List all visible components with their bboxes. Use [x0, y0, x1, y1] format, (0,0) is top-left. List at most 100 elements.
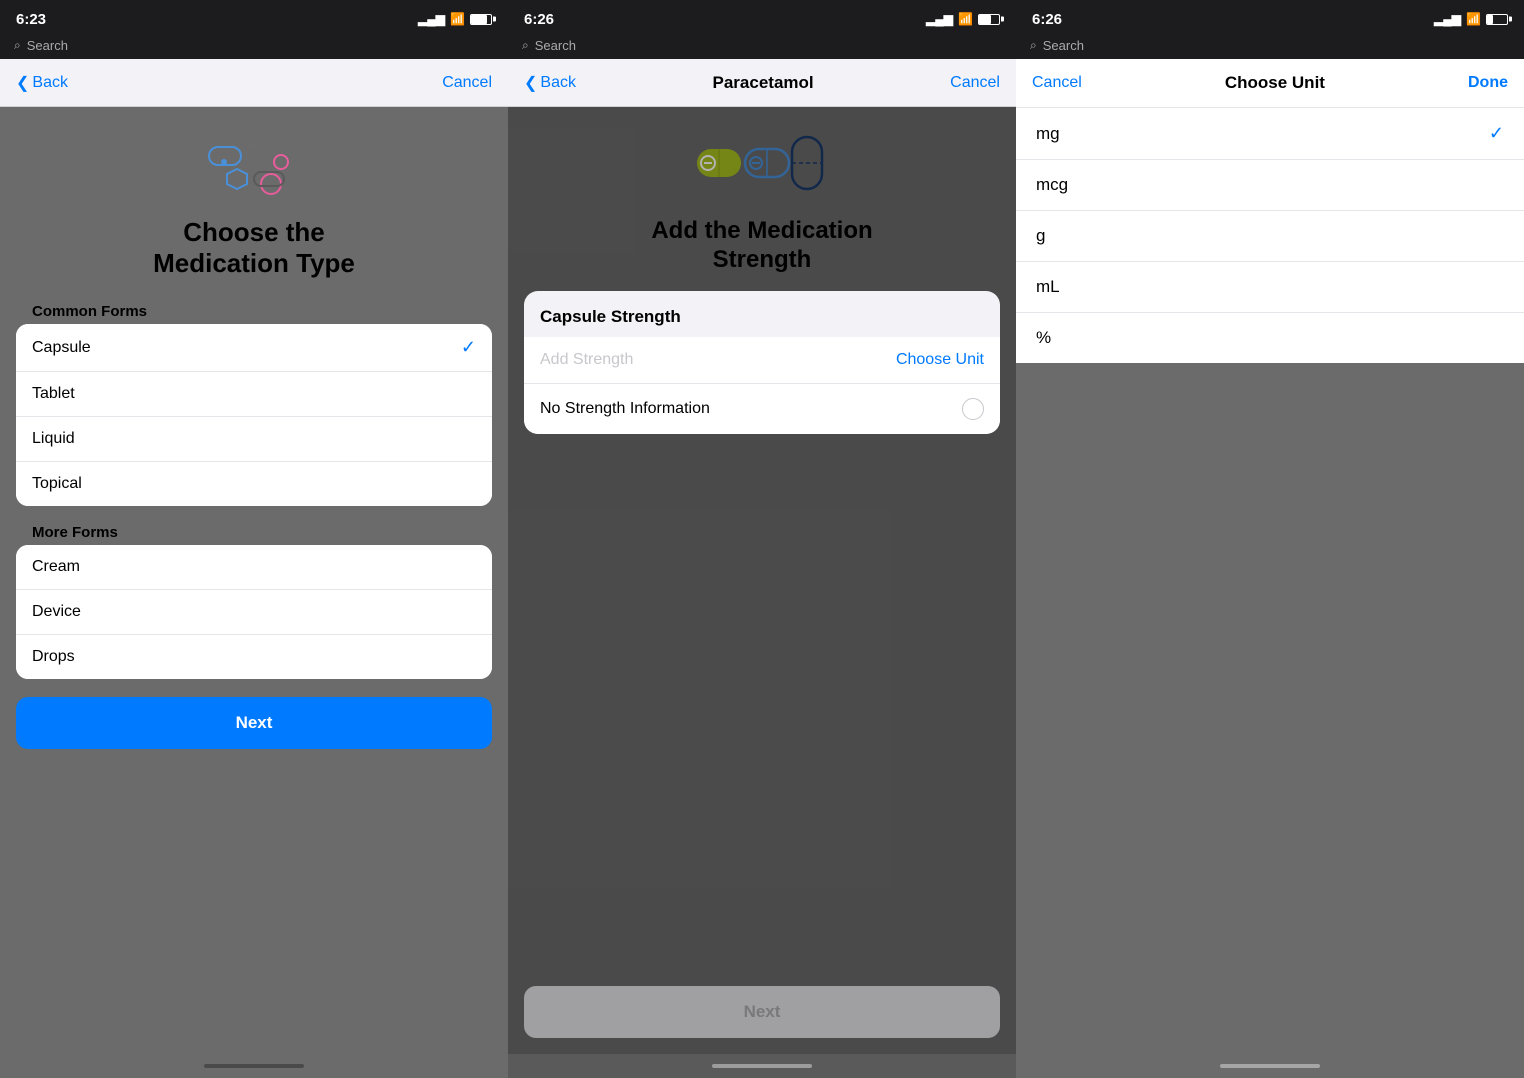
- common-forms-list: Capsule ✓ Tablet Liquid Topical: [16, 324, 492, 506]
- cream-label: Cream: [32, 558, 80, 576]
- picker-cancel-button[interactable]: Cancel: [1032, 74, 1082, 92]
- search-icon-3: ⌕: [1030, 38, 1037, 53]
- back-label-1: Back: [32, 74, 68, 92]
- no-strength-row[interactable]: No Strength Information: [524, 384, 1000, 434]
- search-icon-1: ⌕: [14, 38, 21, 53]
- wifi-icon-3: 📶: [1466, 12, 1481, 26]
- nav-bar-2: ❮ Back Paracetamol Cancel: [508, 59, 1016, 107]
- option-mg-label: mg: [1036, 124, 1060, 144]
- phone-2: 6:26 ▂▄▆ 📶 ⌕ Search ❮ Back Paracetamol C…: [508, 0, 1016, 1078]
- capsule-checkmark: ✓: [461, 337, 476, 358]
- common-forms-header: Common Forms: [16, 295, 492, 324]
- cancel-button-2[interactable]: Cancel: [950, 74, 1000, 92]
- home-indicator-1: [0, 1054, 508, 1078]
- home-bar-2: [712, 1064, 812, 1068]
- home-bar-3: [1220, 1064, 1320, 1068]
- search-bar-3: ⌕ Search: [1016, 36, 1524, 59]
- signal-icon-1: ▂▄▆: [418, 12, 445, 26]
- phone-1: 6:23 ▂▄▆ 📶 ⌕ Search ❮ Back Cancel: [0, 0, 508, 1078]
- phone3-background: [1016, 363, 1524, 1054]
- search-bar-1: ⌕ Search: [0, 36, 508, 59]
- time-3: 6:26: [1032, 11, 1062, 28]
- cancel-button-1[interactable]: Cancel: [442, 74, 492, 92]
- list-item-device[interactable]: Device: [16, 590, 492, 635]
- picker-nav: Cancel Choose Unit Done: [1016, 59, 1524, 108]
- page-title-1: Choose the Medication Type: [153, 217, 355, 279]
- unit-picker-modal: Cancel Choose Unit Done mg ✓ mcg g mL %: [1016, 59, 1524, 363]
- battery-icon-3: [1486, 14, 1508, 25]
- status-bar-2: 6:26 ▂▄▆ 📶: [508, 0, 1016, 36]
- picker-done-button[interactable]: Done: [1468, 74, 1508, 92]
- more-forms-list: Cream Device Drops: [16, 545, 492, 679]
- picker-option-percent[interactable]: %: [1016, 313, 1524, 363]
- search-icon-2: ⌕: [522, 38, 529, 53]
- search-bar-2: ⌕ Search: [508, 36, 1016, 59]
- page-title-line1: Choose the: [183, 217, 325, 247]
- signal-icon-3: ▂▄▆: [1434, 12, 1461, 26]
- status-icons-2: ▂▄▆ 📶: [926, 12, 1000, 26]
- home-indicator-2: [508, 1054, 1016, 1078]
- picker-title: Choose Unit: [1225, 73, 1325, 93]
- medication-svg: [199, 132, 309, 202]
- battery-icon-2: [978, 14, 1000, 25]
- cancel-label-1: Cancel: [442, 74, 492, 92]
- strength-input-row[interactable]: Add Strength Choose Unit: [524, 337, 1000, 384]
- capsule-strength-modal: Capsule Strength Add Strength Choose Uni…: [524, 291, 1000, 434]
- home-indicator-3: [1016, 1054, 1524, 1078]
- picker-option-g[interactable]: g: [1016, 211, 1524, 262]
- chevron-left-icon-1: ❮: [16, 73, 29, 93]
- wifi-icon-1: 📶: [450, 12, 465, 26]
- list-item-capsule[interactable]: Capsule ✓: [16, 324, 492, 372]
- home-bar-1: [204, 1064, 304, 1068]
- liquid-label: Liquid: [32, 430, 75, 448]
- picker-option-ml[interactable]: mL: [1016, 262, 1524, 313]
- time-2: 6:26: [524, 11, 554, 28]
- phone1-body: Choose the Medication Type Common Forms …: [0, 107, 508, 1054]
- device-label: Device: [32, 603, 81, 621]
- topical-label: Topical: [32, 475, 82, 493]
- capsule-label: Capsule: [32, 339, 91, 357]
- phone2-body: Add the Medication Strength Capsule Stre…: [508, 107, 1016, 1054]
- nav-bar-1: ❮ Back Cancel: [0, 59, 508, 107]
- back-button-2[interactable]: ❮ Back: [524, 73, 576, 93]
- search-label-3: Search: [1043, 38, 1084, 53]
- status-bar-1: 6:23 ▂▄▆ 📶: [0, 0, 508, 36]
- status-bar-3: 6:26 ▂▄▆ 📶: [1016, 0, 1524, 36]
- wifi-icon-2: 📶: [958, 12, 973, 26]
- choose-unit-button[interactable]: Choose Unit: [896, 351, 984, 369]
- list-item-tablet[interactable]: Tablet: [16, 372, 492, 417]
- search-label-2: Search: [535, 38, 576, 53]
- strength-placeholder: Add Strength: [540, 351, 633, 369]
- next-button-1[interactable]: Next: [16, 697, 492, 749]
- no-strength-radio[interactable]: [962, 398, 984, 420]
- modal-header: Capsule Strength: [524, 291, 1000, 337]
- list-item-cream[interactable]: Cream: [16, 545, 492, 590]
- picker-option-mg[interactable]: mg ✓: [1016, 108, 1524, 160]
- battery-icon-1: [470, 14, 492, 25]
- nav-title-2: Paracetamol: [713, 73, 814, 93]
- option-percent-label: %: [1036, 328, 1051, 348]
- back-button-1[interactable]: ❮ Back: [16, 73, 68, 93]
- status-icons-3: ▂▄▆ 📶: [1434, 12, 1508, 26]
- drops-label: Drops: [32, 648, 75, 666]
- picker-option-mcg[interactable]: mcg: [1016, 160, 1524, 211]
- list-item-drops[interactable]: Drops: [16, 635, 492, 679]
- list-item-liquid[interactable]: Liquid: [16, 417, 492, 462]
- more-forms-header: More Forms: [16, 516, 492, 545]
- mg-checkmark: ✓: [1489, 123, 1504, 144]
- search-label-1: Search: [27, 38, 68, 53]
- signal-icon-2: ▂▄▆: [926, 12, 953, 26]
- option-g-label: g: [1036, 226, 1045, 246]
- back-label-2: Back: [540, 74, 576, 92]
- tablet-label: Tablet: [32, 385, 75, 403]
- option-ml-label: mL: [1036, 277, 1060, 297]
- dim-overlay: [508, 107, 1016, 1054]
- list-item-topical[interactable]: Topical: [16, 462, 492, 506]
- no-strength-label: No Strength Information: [540, 400, 710, 418]
- medication-type-illustration: [194, 127, 314, 207]
- chevron-left-icon-2: ❮: [524, 73, 537, 93]
- page-title-line2: Medication Type: [153, 248, 355, 278]
- time-1: 6:23: [16, 11, 46, 28]
- status-icons-1: ▂▄▆ 📶: [418, 12, 492, 26]
- option-mcg-label: mcg: [1036, 175, 1068, 195]
